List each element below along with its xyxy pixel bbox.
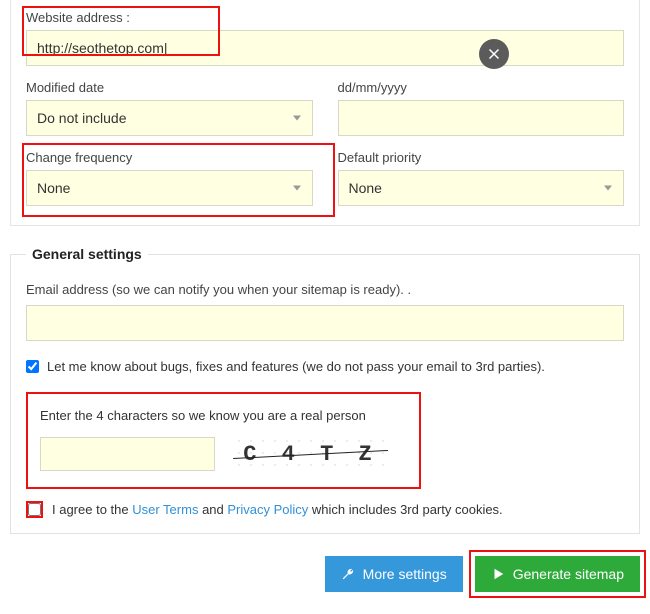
default-priority-select[interactable]: None — [338, 170, 625, 206]
user-terms-link[interactable]: User Terms — [132, 502, 198, 517]
captcha-label: Enter the 4 characters so we know you ar… — [40, 408, 407, 423]
footer-buttons: More settings Generate sitemap — [0, 544, 650, 614]
email-input[interactable] — [26, 305, 624, 341]
modified-date-select[interactable]: Do not include — [26, 100, 313, 136]
notify-label: Let me know about bugs, fixes and featur… — [47, 359, 545, 374]
date-format-input[interactable] — [338, 100, 625, 136]
captcha-input[interactable] — [40, 437, 215, 471]
agree-row: I agree to the User Terms and Privacy Po… — [26, 501, 624, 518]
modified-date-label: Modified date — [26, 80, 313, 95]
date-format-label: dd/mm/yyyy — [338, 80, 625, 95]
general-settings-legend: General settings — [26, 246, 148, 262]
generate-sitemap-label: Generate sitemap — [513, 566, 624, 582]
website-address-label: Website address : — [26, 10, 624, 25]
general-settings-fieldset: General settings Email address (so we ca… — [10, 246, 640, 534]
top-section: Website address : Modified date Do not i… — [10, 0, 640, 226]
agree-prefix: I agree to the — [52, 502, 132, 517]
more-settings-button[interactable]: More settings — [325, 556, 463, 592]
email-label: Email address (so we can notify you when… — [26, 282, 624, 297]
captcha-image: C 4 T Z — [233, 435, 388, 473]
website-address-input[interactable] — [26, 30, 624, 66]
captcha-block: Enter the 4 characters so we know you ar… — [26, 392, 421, 489]
change-frequency-select[interactable]: None — [26, 170, 313, 206]
change-frequency-label: Change frequency — [26, 150, 313, 165]
close-icon — [488, 48, 500, 60]
default-priority-label: Default priority — [338, 150, 625, 165]
clear-input-button[interactable] — [479, 39, 509, 69]
generate-sitemap-button[interactable]: Generate sitemap — [475, 556, 640, 592]
more-settings-label: More settings — [363, 566, 447, 582]
privacy-policy-link[interactable]: Privacy Policy — [227, 502, 308, 517]
agree-checkbox[interactable] — [28, 503, 41, 516]
notify-checkbox[interactable] — [26, 360, 39, 373]
highlight-agree-checkbox — [26, 501, 43, 518]
agree-suffix: which includes 3rd party cookies. — [308, 502, 502, 517]
agree-and: and — [198, 502, 227, 517]
